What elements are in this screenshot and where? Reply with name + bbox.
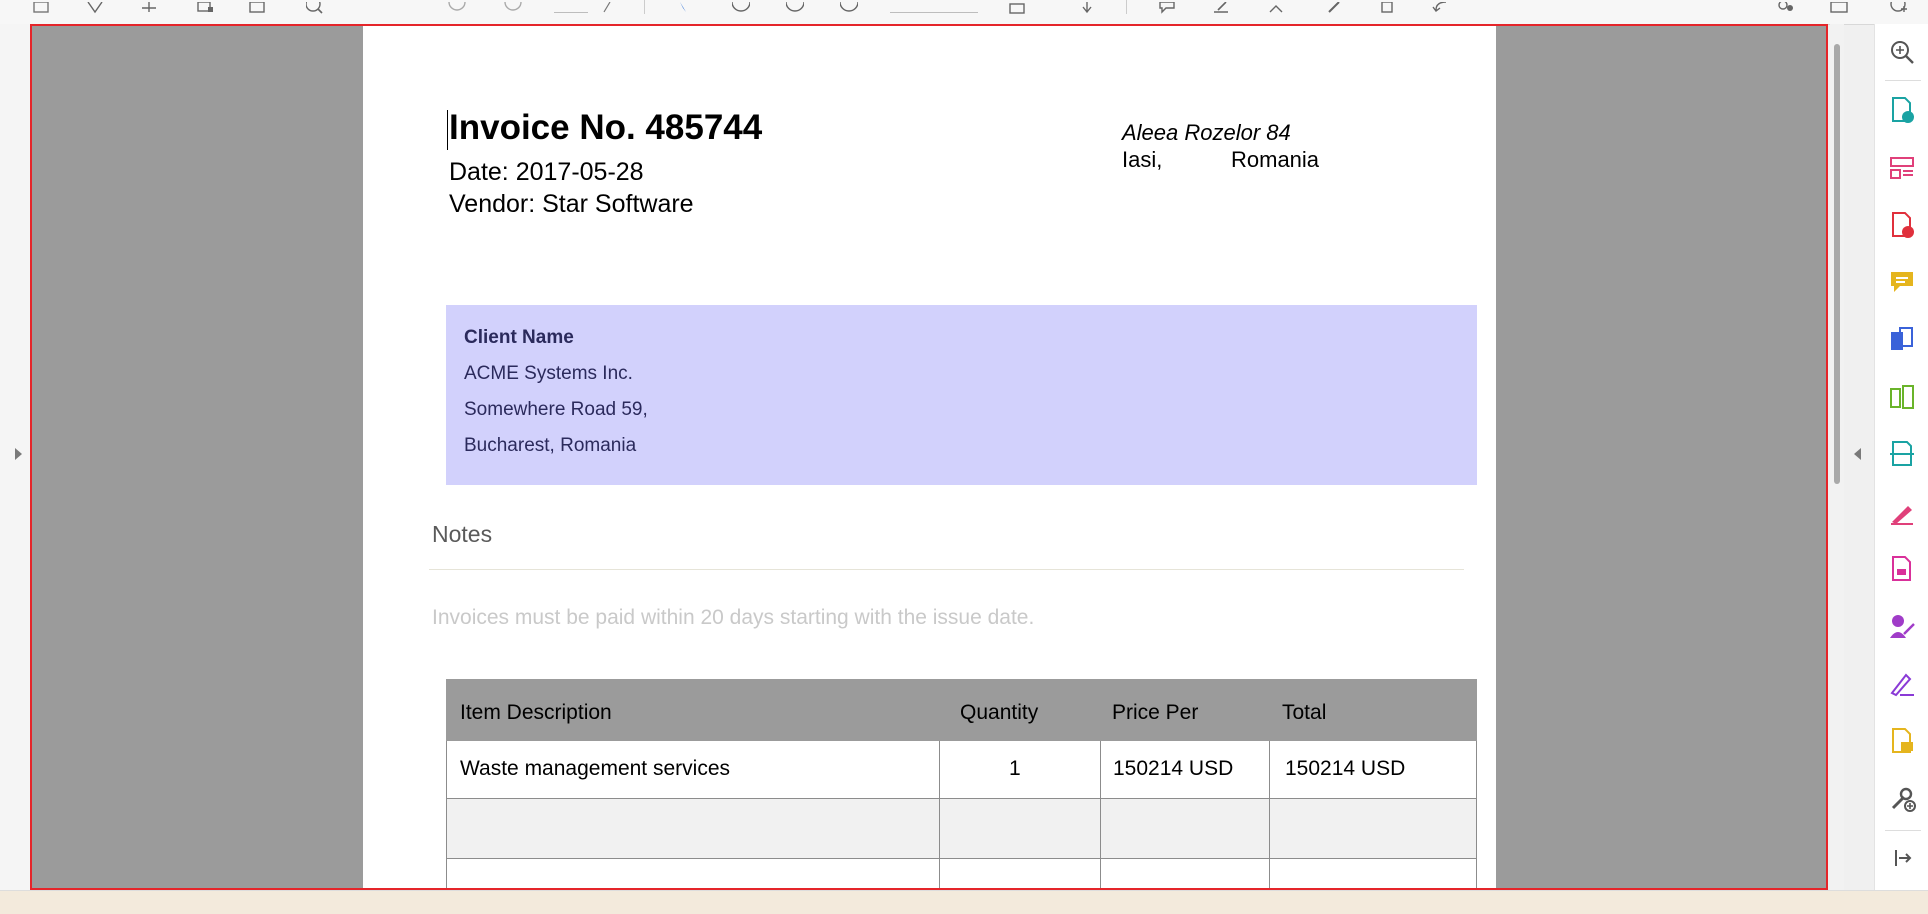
- compare-icon[interactable]: [1888, 383, 1916, 411]
- hand-icon[interactable]: [836, 0, 862, 14]
- vendor-address-street: Aleea Rozelor 84: [1122, 120, 1291, 145]
- header-quantity: Quantity: [960, 701, 1039, 724]
- comment-icon[interactable]: [1888, 268, 1916, 296]
- page-down-icon[interactable]: [500, 0, 526, 14]
- bookmark-icon[interactable]: [82, 0, 108, 14]
- notes-text: Invoices must be paid within 20 days sta…: [432, 606, 1035, 629]
- fill-sign-icon[interactable]: [1888, 498, 1916, 526]
- account-icon[interactable]: [1772, 0, 1798, 14]
- client-heading: Client Name: [464, 327, 574, 348]
- page-up-icon[interactable]: [444, 0, 470, 14]
- notes-heading: Notes: [432, 521, 493, 547]
- compare-icon[interactable]: [136, 0, 162, 14]
- header-item-description: Item Description: [460, 701, 612, 724]
- page-count-icon: [594, 0, 620, 14]
- delete-icon[interactable]: [1374, 0, 1400, 14]
- text-cursor: [447, 110, 448, 150]
- panel-divider: [1885, 80, 1921, 81]
- client-name: ACME Systems Inc.: [464, 363, 633, 384]
- certificates-icon[interactable]: [1888, 669, 1916, 697]
- combine-files-icon[interactable]: [1888, 326, 1916, 354]
- comment-icon[interactable]: [1154, 0, 1180, 14]
- client-city: Bucharest, Romania: [464, 435, 637, 456]
- client-box: Client Name ACME Systems Inc. Somewhere …: [446, 305, 1477, 485]
- mail-icon[interactable]: [1826, 0, 1852, 14]
- export-pdf-icon[interactable]: [1888, 211, 1916, 239]
- cell-quantity: 1: [1009, 757, 1021, 780]
- collapse-panel-icon[interactable]: [1888, 844, 1916, 872]
- tools-panel: [1874, 24, 1928, 890]
- zoom-icon[interactable]: [1888, 38, 1916, 66]
- print-icon[interactable]: [192, 0, 218, 14]
- cell-price-per: 150214 USD: [1113, 757, 1234, 780]
- zoom-out-icon[interactable]: [728, 0, 754, 14]
- cursor-icon[interactable]: [670, 0, 696, 14]
- cell-item-description: Waste management services: [460, 757, 730, 780]
- cell-total: 150214 USD: [1285, 757, 1406, 780]
- document-viewer[interactable]: Invoice No. 485744 Date: 2017-05-28 Vend…: [30, 24, 1828, 890]
- table-header: Item Description Quantity Price Per Tota…: [446, 679, 1477, 741]
- vendor-address-city: Iasi,: [1122, 147, 1163, 172]
- zoom-in-icon[interactable]: [782, 0, 808, 14]
- protect-icon[interactable]: [1888, 555, 1916, 583]
- add-icon[interactable]: [1886, 0, 1912, 14]
- scan-icon[interactable]: [1888, 440, 1916, 468]
- top-toolbar: [0, 0, 1928, 25]
- scroll-icon[interactable]: [1074, 0, 1100, 14]
- save-icon[interactable]: [28, 0, 54, 14]
- notes-divider: [429, 569, 1464, 570]
- invoice-vendor: Vendor: Star Software: [449, 190, 694, 218]
- undo-icon[interactable]: [1428, 0, 1454, 14]
- table-row: [446, 799, 1477, 859]
- header-price-per: Price Per: [1112, 701, 1199, 724]
- collapse-right-panel-icon[interactable]: [1854, 448, 1861, 460]
- invoice-title: Invoice No. 485744: [449, 108, 763, 147]
- table-row: [446, 859, 1477, 888]
- invoice-page: Invoice No. 485744 Date: 2017-05-28 Vend…: [363, 26, 1496, 888]
- left-nav-strip: [0, 24, 30, 890]
- send-for-comments-icon[interactable]: [1888, 727, 1916, 755]
- fit-page-icon[interactable]: [1004, 0, 1030, 14]
- send-for-signature-icon[interactable]: [1888, 612, 1916, 640]
- status-bar: [0, 890, 1928, 914]
- highlight-icon[interactable]: [1208, 0, 1234, 14]
- vendor-address-country: Romania: [1231, 147, 1320, 172]
- search-icon[interactable]: [302, 0, 328, 14]
- organize-pages-icon[interactable]: [1888, 154, 1916, 182]
- sign-icon[interactable]: [1264, 0, 1290, 14]
- more-tools-icon[interactable]: [1888, 784, 1916, 812]
- items-table: Item Description Quantity Price Per Tota…: [446, 679, 1477, 888]
- edit-icon[interactable]: [1322, 0, 1348, 14]
- zoom-level-field[interactable]: [890, 0, 978, 13]
- invoice-date: Date: 2017-05-28: [449, 158, 644, 186]
- toolbar-divider: [1126, 0, 1127, 14]
- share-icon[interactable]: [244, 0, 270, 14]
- toolbar-divider: [644, 0, 645, 14]
- create-pdf-icon[interactable]: [1888, 96, 1916, 124]
- vertical-scrollbar[interactable]: [1830, 24, 1844, 890]
- page-number-field[interactable]: [554, 0, 588, 13]
- scrollbar-thumb[interactable]: [1834, 44, 1840, 484]
- client-street: Somewhere Road 59,: [464, 399, 648, 420]
- panel-divider: [1885, 830, 1921, 831]
- table-row: Waste management services 1 150214 USD 1…: [446, 741, 1477, 799]
- header-total: Total: [1282, 701, 1327, 724]
- expand-left-panel-icon[interactable]: [15, 448, 22, 460]
